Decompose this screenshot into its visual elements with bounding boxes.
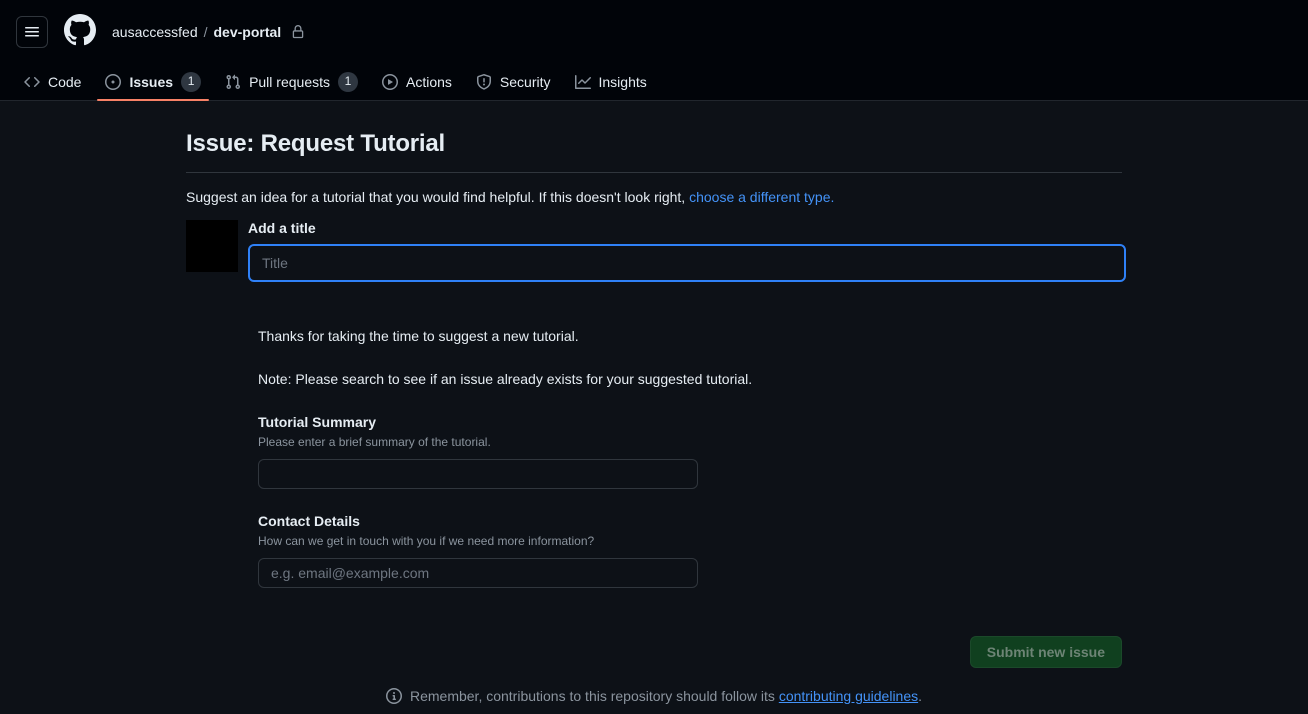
breadcrumb-repo[interactable]: dev-portal: [214, 24, 282, 40]
breadcrumb: ausaccessfed / dev-portal: [112, 24, 305, 40]
nav-item-code[interactable]: Code: [16, 64, 89, 100]
tutorial-summary-input[interactable]: [258, 458, 698, 489]
issue-opened-icon: [105, 74, 122, 90]
contributing-guidelines-link[interactable]: contributing guidelines: [779, 688, 918, 704]
field-tutorial-summary: Tutorial Summary Please enter a brief su…: [258, 414, 1122, 489]
footer-note-text: Remember, contributions to this reposito…: [410, 688, 922, 704]
nav-label-pull-requests: Pull requests: [249, 74, 330, 90]
issue-title-input[interactable]: [248, 244, 1126, 282]
intro-paragraph: Thanks for taking the time to suggest a …: [258, 328, 579, 344]
footer-note-text-start: Remember, contributions to this reposito…: [409, 687, 779, 704]
tutorial-summary-label: Tutorial Summary: [258, 414, 376, 430]
nav-label-security: Security: [499, 74, 551, 90]
nav-item-actions[interactable]: Actions: [374, 64, 460, 100]
lock-icon: [291, 24, 305, 39]
avatar: [186, 220, 238, 272]
page-title: Issue: Request Tutorial: [186, 130, 446, 157]
github-home-link[interactable]: [64, 14, 96, 49]
main-content: Issue: Request Tutorial Suggest an idea …: [0, 101, 1308, 704]
play-icon: [382, 74, 398, 90]
nav-label-insights: Insights: [598, 74, 647, 90]
footer-note-text-end: .: [918, 687, 923, 704]
hamburger-icon: [24, 24, 40, 40]
nav-label-code: Code: [48, 74, 82, 90]
repository-nav: Code Issues 1 Pull requests 1 Actions Se…: [0, 63, 1308, 101]
tutorial-summary-description: Please enter a brief summary of the tuto…: [258, 435, 491, 449]
nav-item-pull-requests[interactable]: Pull requests 1: [217, 64, 366, 100]
nav-item-insights[interactable]: Insights: [567, 64, 655, 100]
form-subtitle-text: Suggest an idea for a tutorial that you …: [186, 189, 690, 205]
breadcrumb-owner[interactable]: ausaccessfed: [112, 24, 198, 40]
contact-details-description: How can we get in touch with you if we n…: [258, 533, 595, 548]
github-logo-icon: [64, 14, 96, 49]
form-subtitle: Suggest an idea for a tutorial that you …: [186, 187, 1122, 208]
add-a-title-label: Add a title: [248, 220, 316, 236]
title-divider: [186, 172, 1122, 173]
graph-icon: [574, 74, 591, 90]
issues-count-badge: 1: [181, 72, 202, 92]
info-icon: [385, 687, 402, 704]
submit-row: Submit new issue: [186, 635, 1122, 668]
title-field-group: Add a title: [248, 220, 1126, 282]
nav-item-security[interactable]: Security: [468, 64, 559, 100]
hamburger-menu-button[interactable]: [16, 15, 48, 48]
nav-label-issues: Issues: [129, 74, 174, 90]
git-pull-request-icon: [225, 74, 241, 90]
nav-label-actions: Actions: [406, 74, 452, 90]
app-header: ausaccessfed / dev-portal: [0, 0, 1308, 63]
title-row: Add a title: [186, 220, 1126, 282]
shield-icon: [476, 74, 492, 90]
submit-new-issue-button[interactable]: Submit new issue: [969, 635, 1122, 668]
nav-item-issues[interactable]: Issues 1: [97, 64, 209, 101]
field-contact-details: Contact Details How can we get in touch …: [258, 513, 1122, 588]
choose-different-type-link[interactable]: choose a different type.: [689, 189, 834, 205]
note-paragraph: Note: Please search to see if an issue a…: [258, 371, 753, 387]
issue-form-container: Issue: Request Tutorial Suggest an idea …: [186, 129, 1126, 704]
contact-details-input[interactable]: [258, 557, 698, 588]
issue-form-body: Thanks for taking the time to suggest a …: [258, 326, 1122, 588]
breadcrumb-separator: /: [203, 23, 208, 40]
code-icon: [24, 74, 40, 90]
contributing-guidelines-note: Remember, contributions to this reposito…: [186, 687, 1122, 704]
contact-details-label: Contact Details: [258, 512, 360, 529]
pull-requests-count-badge: 1: [338, 72, 358, 92]
